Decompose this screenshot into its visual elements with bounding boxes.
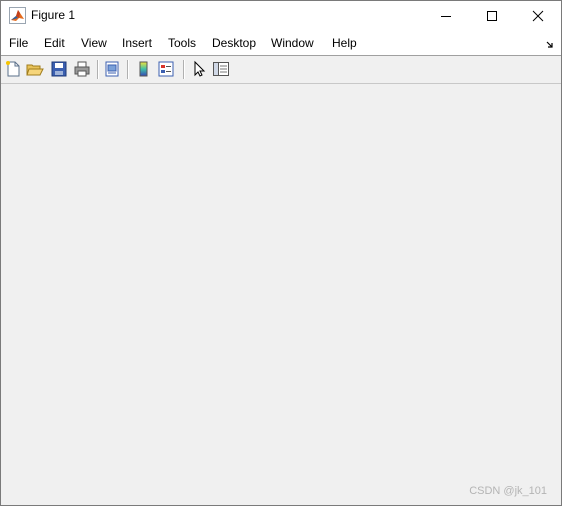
toolbar-separator: [97, 60, 99, 79]
figure-canvas[interactable]: [1, 84, 561, 505]
menu-insert[interactable]: Insert: [122, 36, 152, 50]
new-figure-icon[interactable]: [4, 60, 22, 78]
close-button[interactable]: [515, 1, 561, 30]
menu-bar: File Edit View Insert Tools Desktop Wind…: [1, 31, 561, 55]
matlab-logo-icon: [9, 7, 26, 24]
maximize-button[interactable]: [469, 1, 515, 30]
toolbar-separator: [127, 60, 129, 79]
print-preview-icon[interactable]: [103, 60, 121, 78]
maximize-icon: [487, 10, 497, 21]
menu-tools[interactable]: Tools: [168, 36, 196, 50]
colorbar-icon[interactable]: [135, 60, 153, 78]
figure-window: Figure 1 File Edit View Insert Tools Des…: [0, 0, 562, 506]
close-icon: [532, 10, 544, 21]
menu-view[interactable]: View: [81, 36, 107, 50]
menu-window[interactable]: Window: [271, 36, 314, 50]
watermark-text: CSDN @jk_101: [469, 485, 547, 497]
print-icon[interactable]: [73, 60, 91, 78]
save-icon[interactable]: [50, 60, 68, 78]
pointer-icon[interactable]: [190, 60, 208, 78]
minimize-icon: [441, 15, 451, 17]
menu-help[interactable]: Help: [332, 36, 357, 50]
title-bar[interactable]: Figure 1: [1, 1, 561, 30]
menu-desktop[interactable]: Desktop: [212, 36, 256, 50]
menu-edit[interactable]: Edit: [44, 36, 65, 50]
open-file-icon[interactable]: [26, 60, 44, 78]
window-title: Figure 1: [31, 8, 76, 22]
property-editor-icon[interactable]: [212, 60, 230, 78]
dock-arrow-icon[interactable]: [545, 37, 555, 48]
minimize-button[interactable]: [423, 1, 469, 30]
toolbar-separator: [183, 60, 185, 79]
legend-icon[interactable]: [157, 60, 175, 78]
menu-file[interactable]: File: [9, 36, 28, 50]
figure-toolbar: [1, 55, 561, 84]
